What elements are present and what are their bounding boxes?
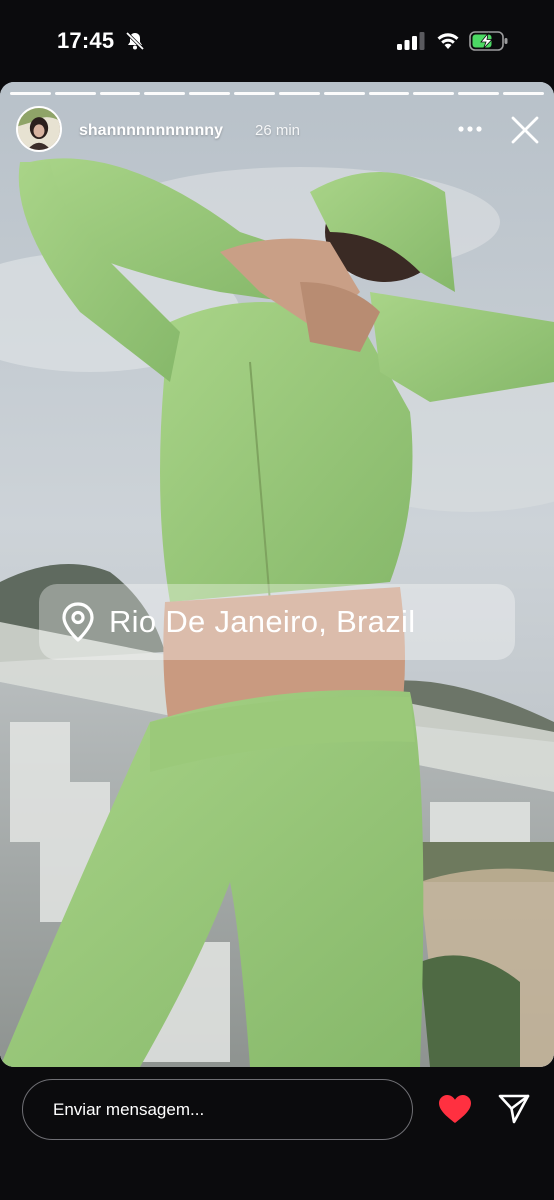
progress-segment [10,92,51,95]
progress-segment [413,92,455,95]
progress-segment [278,92,320,95]
heart-icon[interactable] [438,1094,472,1124]
progress-segment [144,92,186,95]
progress-segment [99,92,141,95]
location-pin-icon [62,602,94,642]
wifi-icon [437,33,459,49]
battery-charging-icon [469,31,508,51]
status-bar: 17:45 [0,0,554,82]
progress-segment [503,92,544,95]
story-photo [0,82,554,1067]
story-time-ago: 26 min [255,122,301,139]
message-placeholder: Enviar mensagem... [53,1100,205,1119]
close-icon[interactable] [510,115,540,145]
progress-segment [368,92,410,95]
location-sticker[interactable]: Rio De Janeiro, Brazil [39,584,515,660]
send-message-input[interactable]: Enviar mensagem... [22,1079,413,1140]
reply-bar: Enviar mensagem... [0,1067,554,1200]
cellular-signal-icon [397,32,425,50]
send-icon[interactable] [497,1093,531,1125]
avatar[interactable] [16,106,62,152]
story-progress-bar [10,92,544,95]
progress-segment [458,92,500,95]
story-header: shannnnnnnnnnny 26 min [16,106,544,156]
story-username[interactable]: shannnnnnnnnnny [79,122,223,140]
progress-segment [234,92,275,95]
progress-segment [54,92,96,95]
progress-segment [323,92,365,95]
progress-segment [189,92,231,95]
story-viewer[interactable]: shannnnnnnnnnny 26 min Rio De Janeiro, B… [0,82,554,1067]
location-name: Rio De Janeiro, Brazil [109,604,416,639]
more-options-icon[interactable] [457,116,483,142]
status-time: 17:45 [57,28,115,53]
bell-slash-icon [125,31,145,51]
